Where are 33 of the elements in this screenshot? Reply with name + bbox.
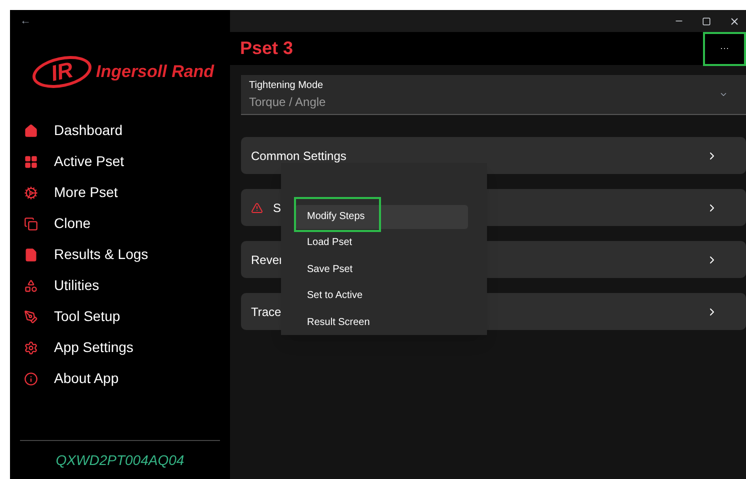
more-button[interactable]: ···	[703, 32, 746, 66]
pen-icon	[24, 310, 38, 324]
back-button[interactable]: ←	[20, 12, 31, 30]
sidebar-item[interactable]: About App	[10, 363, 230, 394]
sidebar-item[interactable]: Results & Logs	[10, 239, 230, 270]
house-icon	[24, 124, 38, 138]
sidebar-item[interactable]: App Settings	[10, 332, 230, 363]
grid-icon	[24, 154, 38, 168]
field-value: Torque / Angle	[249, 94, 326, 111]
sidebar-item[interactable]: Clone	[10, 208, 230, 239]
shapes-icon	[24, 278, 38, 292]
page-title: Pset 3	[240, 37, 294, 60]
settings-icon	[24, 340, 38, 354]
sidebar-item[interactable]: Tool Setup	[10, 301, 230, 332]
dropdown-icon	[719, 90, 728, 99]
sidebar-item[interactable]: Utilities	[10, 270, 230, 301]
menu-item[interactable]: Modify Steps	[295, 204, 468, 228]
sidebar-item[interactable]: Active Pset	[10, 146, 230, 177]
tightening-mode-field[interactable]: Tightening Mode Torque / Angle	[241, 75, 746, 115]
copy-icon	[24, 216, 38, 230]
row-label: Trace	[251, 304, 282, 320]
logo-text: Ingersoll Rand	[96, 61, 214, 84]
row-label: Rever	[251, 252, 284, 268]
document-icon	[24, 248, 38, 262]
sidebar-item[interactable]: More Pset	[10, 177, 230, 208]
row-label: S	[273, 200, 282, 216]
maximize-icon[interactable]	[702, 16, 711, 26]
close-icon[interactable]	[729, 16, 740, 26]
field-label: Tightening Mode	[249, 79, 324, 93]
sidebar-item[interactable]: Dashboard	[10, 115, 230, 146]
serial-number: QXWD2PT004AQ04	[54, 450, 186, 470]
info-icon	[24, 372, 38, 386]
row-label: Common Settings	[251, 148, 346, 164]
